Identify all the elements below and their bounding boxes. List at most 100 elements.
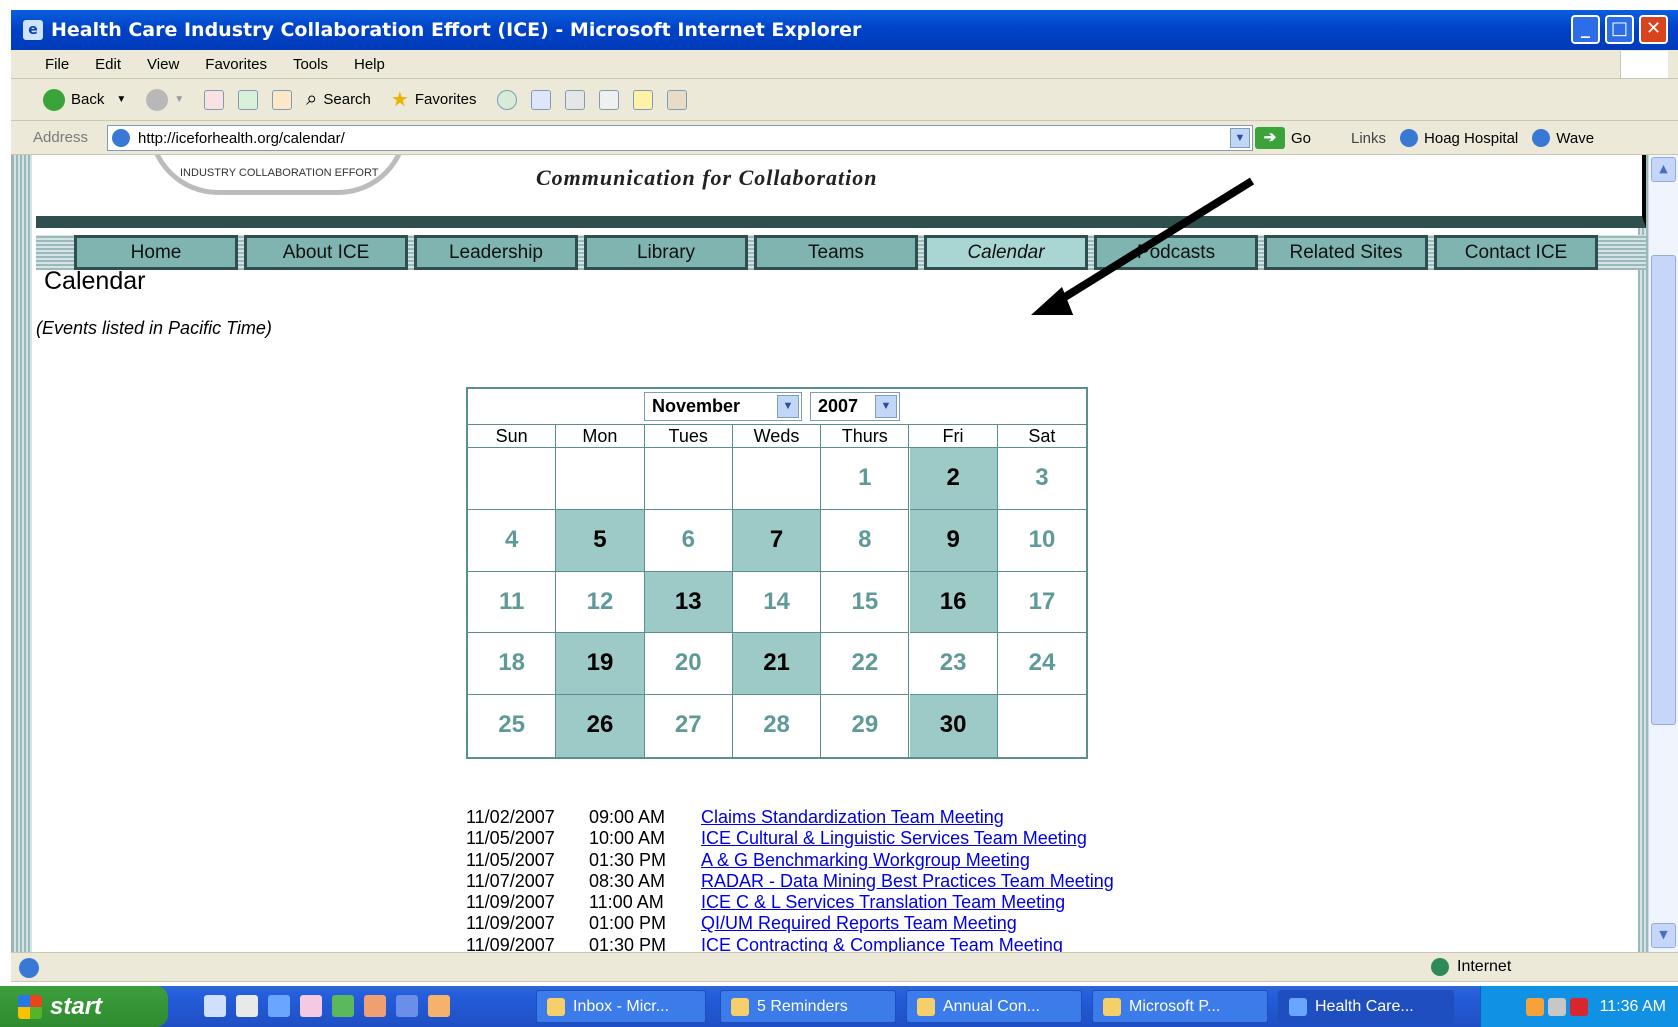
year-select[interactable]: 2007 ▼ bbox=[810, 392, 900, 421]
tray-network-icon[interactable] bbox=[1547, 997, 1566, 1016]
calendar-day[interactable]: 10 bbox=[997, 510, 1087, 572]
close-button[interactable]: ✕ bbox=[1639, 15, 1668, 44]
scroll-up-icon[interactable]: ▲ bbox=[1651, 157, 1676, 182]
media-icon[interactable] bbox=[496, 89, 517, 110]
window-title-bar[interactable]: e Health Care Industry Collaboration Eff… bbox=[11, 10, 1678, 50]
calendar-day[interactable]: 28 bbox=[733, 695, 822, 757]
research-icon[interactable] bbox=[666, 89, 687, 110]
calendar-day[interactable]: 5 bbox=[556, 509, 645, 572]
calendar-day[interactable]: 15 bbox=[821, 571, 910, 634]
forward-button[interactable]: ▼ bbox=[146, 88, 184, 111]
chevron-down-icon[interactable]: ▼ bbox=[174, 94, 184, 105]
calendar-day[interactable]: 3 bbox=[997, 448, 1087, 510]
calendar-day[interactable]: 19 bbox=[556, 633, 645, 696]
event-link[interactable]: QI/UM Required Reports Team Meeting bbox=[701, 913, 1017, 934]
back-button[interactable]: Back ▼ bbox=[43, 88, 126, 111]
print-icon[interactable] bbox=[564, 89, 585, 110]
nav-related-sites[interactable]: Related Sites bbox=[1264, 235, 1428, 270]
refresh-icon[interactable] bbox=[238, 89, 259, 110]
month-select[interactable]: November ▼ bbox=[644, 392, 802, 421]
search-button[interactable]: ⌕ Search bbox=[306, 88, 371, 111]
event-link[interactable]: ICE Cultural & Linguistic Services Team … bbox=[701, 828, 1087, 849]
calendar-day[interactable]: 1 bbox=[821, 448, 910, 510]
menu-help[interactable]: Help bbox=[354, 56, 385, 73]
home-icon[interactable] bbox=[272, 89, 293, 110]
event-link[interactable]: A & G Benchmarking Workgroup Meeting bbox=[701, 850, 1030, 871]
quicklaunch-app-icon[interactable] bbox=[300, 995, 322, 1017]
calendar-day[interactable]: 17 bbox=[997, 572, 1087, 634]
calendar-day[interactable]: 12 bbox=[556, 571, 645, 634]
calendar-day[interactable]: 25 bbox=[468, 695, 557, 757]
calendar-day[interactable]: 11 bbox=[468, 571, 557, 634]
menu-tools[interactable]: Tools bbox=[293, 56, 328, 73]
event-link[interactable]: Claims Standardization Team Meeting bbox=[701, 807, 1004, 828]
edit-icon[interactable] bbox=[598, 89, 619, 110]
go-button[interactable]: ➔ Go bbox=[1255, 127, 1311, 149]
scroll-thumb[interactable] bbox=[1651, 255, 1676, 725]
task-annual-con[interactable]: Annual Con... bbox=[906, 990, 1082, 1023]
nav-teams[interactable]: Teams bbox=[754, 235, 918, 270]
calendar-day[interactable]: 18 bbox=[468, 633, 557, 696]
task-reminders[interactable]: 5 Reminders bbox=[720, 990, 896, 1023]
scroll-down-icon[interactable]: ▼ bbox=[1651, 923, 1676, 948]
nav-leadership[interactable]: Leadership bbox=[414, 235, 578, 270]
calendar-day[interactable]: 22 bbox=[821, 633, 910, 696]
task-health-care[interactable]: Health Care... bbox=[1278, 990, 1454, 1023]
quicklaunch-excel-icon[interactable] bbox=[332, 995, 354, 1017]
nav-contact-ice[interactable]: Contact ICE bbox=[1434, 235, 1598, 270]
quicklaunch-word-icon[interactable] bbox=[396, 995, 418, 1017]
calendar-day[interactable]: 6 bbox=[644, 509, 733, 572]
clock[interactable]: 11:36 AM bbox=[1600, 998, 1666, 1016]
quicklaunch-ie-icon[interactable] bbox=[268, 995, 290, 1017]
menu-favorites[interactable]: Favorites bbox=[205, 56, 267, 73]
event-link[interactable]: RADAR - Data Mining Best Practices Team … bbox=[701, 871, 1114, 892]
task-inbox[interactable]: Inbox - Micr... bbox=[536, 990, 706, 1023]
nav-about-ice[interactable]: About ICE bbox=[244, 235, 408, 270]
mail-icon[interactable] bbox=[530, 89, 551, 110]
calendar-day[interactable]: 4 bbox=[468, 509, 557, 572]
menu-file[interactable]: File bbox=[45, 56, 69, 73]
quicklaunch-print-icon[interactable] bbox=[236, 995, 258, 1017]
tray-reminder-icon[interactable] bbox=[1525, 997, 1544, 1016]
minimize-button[interactable]: _ bbox=[1571, 15, 1600, 44]
nav-home[interactable]: Home bbox=[74, 235, 238, 270]
menu-edit[interactable]: Edit bbox=[95, 56, 121, 73]
calendar-day[interactable]: 16 bbox=[909, 571, 998, 634]
nav-library[interactable]: Library bbox=[584, 235, 748, 270]
quicklaunch-browser-icon[interactable] bbox=[204, 995, 226, 1017]
quicklaunch-reminder-icon[interactable] bbox=[428, 995, 450, 1017]
calendar-day[interactable]: 30 bbox=[909, 695, 998, 757]
calendar-day[interactable]: 9 bbox=[909, 509, 998, 572]
calendar-day[interactable]: 2 bbox=[909, 448, 998, 510]
calendar-day[interactable]: 13 bbox=[644, 571, 733, 634]
menu-view[interactable]: View bbox=[147, 56, 179, 73]
calendar-day[interactable]: 27 bbox=[645, 695, 733, 757]
link-hoag-hospital[interactable]: Hoag Hospital bbox=[1400, 129, 1518, 147]
stop-icon[interactable] bbox=[204, 89, 225, 110]
favorites-button[interactable]: ★ Favorites bbox=[391, 87, 477, 112]
calendar-day[interactable]: 7 bbox=[732, 509, 822, 572]
chevron-down-icon[interactable]: ▼ bbox=[116, 94, 126, 105]
discuss-icon[interactable] bbox=[632, 89, 653, 110]
calendar-day[interactable]: 20 bbox=[644, 633, 733, 696]
quicklaunch-outlook-icon[interactable] bbox=[364, 995, 386, 1017]
task-microsoft-p[interactable]: Microsoft P... bbox=[1092, 990, 1268, 1023]
address-input[interactable]: http://iceforhealth.org/calendar/ ▼ bbox=[107, 125, 1253, 151]
chevron-down-icon[interactable]: ▼ bbox=[777, 395, 799, 418]
event-link[interactable]: ICE Contracting & Compliance Team Meetin… bbox=[701, 935, 1063, 952]
calendar-day[interactable]: 14 bbox=[732, 571, 822, 634]
address-url[interactable]: http://iceforhealth.org/calendar/ bbox=[138, 130, 345, 147]
chevron-down-icon[interactable]: ▼ bbox=[875, 395, 897, 418]
calendar-day[interactable]: 29 bbox=[821, 695, 910, 757]
calendar-day[interactable]: 24 bbox=[997, 633, 1087, 696]
calendar-day[interactable]: 26 bbox=[556, 695, 645, 757]
tray-antivirus-icon[interactable] bbox=[1569, 997, 1588, 1016]
link-wave[interactable]: Wave bbox=[1532, 129, 1594, 147]
calendar-day[interactable]: 21 bbox=[732, 633, 822, 696]
maximize-button[interactable]: □ bbox=[1605, 15, 1634, 44]
event-link[interactable]: ICE C & L Services Translation Team Meet… bbox=[701, 892, 1065, 913]
address-dropdown-icon[interactable]: ▼ bbox=[1230, 128, 1250, 148]
calendar-day[interactable]: 23 bbox=[909, 633, 998, 696]
calendar-day[interactable]: 8 bbox=[821, 509, 910, 572]
start-button[interactable]: start bbox=[0, 986, 168, 1027]
